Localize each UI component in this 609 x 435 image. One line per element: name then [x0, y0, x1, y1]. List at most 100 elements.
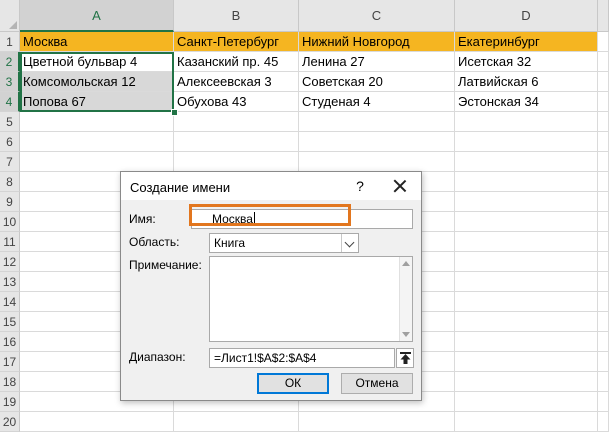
grid-cell[interactable]: [455, 332, 598, 352]
grid-cell[interactable]: [598, 352, 609, 372]
grid-cell[interactable]: [598, 392, 609, 412]
grid-cell[interactable]: [455, 292, 598, 312]
grid-cell[interactable]: [455, 232, 598, 252]
grid-cell[interactable]: [598, 92, 609, 112]
column-header-c[interactable]: C: [299, 0, 455, 32]
row-header[interactable]: 16: [0, 332, 20, 352]
collapse-dialog-button[interactable]: [396, 348, 414, 368]
grid-cell[interactable]: [598, 272, 609, 292]
ok-button[interactable]: ОК: [257, 373, 329, 394]
row-header[interactable]: 19: [0, 392, 20, 412]
help-icon[interactable]: ?: [351, 177, 369, 195]
row-header[interactable]: 17: [0, 352, 20, 372]
grid-cell[interactable]: [598, 332, 609, 352]
grid-cell[interactable]: [455, 132, 598, 152]
grid-cell[interactable]: [598, 152, 609, 172]
grid-cell[interactable]: [455, 312, 598, 332]
grid-cell[interactable]: [455, 192, 598, 212]
scope-select[interactable]: Книга: [209, 233, 359, 253]
grid-cell[interactable]: [455, 152, 598, 172]
column-header-d[interactable]: D: [455, 0, 598, 32]
column-header-b[interactable]: B: [174, 0, 299, 32]
row-header[interactable]: 4: [0, 92, 20, 112]
grid-cell[interactable]: [598, 72, 609, 92]
grid-cell[interactable]: Попова 67: [20, 92, 174, 112]
grid-cell[interactable]: [455, 212, 598, 232]
grid-cell[interactable]: [299, 132, 455, 152]
row-header[interactable]: 13: [0, 272, 20, 292]
grid-cell[interactable]: [598, 172, 609, 192]
grid-cell[interactable]: [598, 292, 609, 312]
row-header[interactable]: 11: [0, 232, 20, 252]
scroll-up-icon[interactable]: [402, 261, 410, 266]
grid-cell[interactable]: [299, 112, 455, 132]
grid-cell[interactable]: Санкт-Петербург: [174, 32, 299, 52]
column-header-e[interactable]: [598, 0, 609, 32]
row-header[interactable]: 8: [0, 172, 20, 192]
cancel-button[interactable]: Отмена: [341, 373, 413, 394]
chevron-down-icon[interactable]: [341, 234, 358, 252]
grid-cell[interactable]: [20, 132, 174, 152]
row-header[interactable]: 14: [0, 292, 20, 312]
comment-scrollbar[interactable]: [399, 257, 412, 341]
comment-textarea[interactable]: [209, 256, 413, 342]
fill-handle[interactable]: [171, 109, 178, 116]
grid-cell[interactable]: [598, 32, 609, 52]
grid-cell[interactable]: [174, 132, 299, 152]
grid-cell[interactable]: [598, 412, 609, 432]
grid-cell[interactable]: Казанский пр. 45: [174, 52, 299, 72]
grid-cell[interactable]: [598, 232, 609, 252]
grid-cell[interactable]: Цветной бульвар 4: [20, 52, 174, 72]
column-header-a[interactable]: A: [20, 0, 174, 32]
grid-cell[interactable]: Москва: [20, 32, 174, 52]
grid-cell[interactable]: Советская 20: [299, 72, 455, 92]
grid-cell[interactable]: [598, 132, 609, 152]
row-header[interactable]: 3: [0, 72, 20, 92]
grid-cell[interactable]: [455, 392, 598, 412]
grid-cell[interactable]: [299, 412, 455, 432]
grid-cell[interactable]: [455, 412, 598, 432]
grid-cell[interactable]: [455, 252, 598, 272]
grid-cell[interactable]: [598, 52, 609, 72]
row-header[interactable]: 9: [0, 192, 20, 212]
grid-cell[interactable]: Студеная 4: [299, 92, 455, 112]
select-all-corner[interactable]: [0, 0, 20, 32]
grid-cell[interactable]: [598, 112, 609, 132]
grid-cell[interactable]: [455, 352, 598, 372]
grid-cell[interactable]: Комсомольская 12: [20, 72, 174, 92]
row-header[interactable]: 2: [0, 52, 20, 72]
row-header[interactable]: 1: [0, 32, 20, 52]
grid-cell[interactable]: [455, 172, 598, 192]
grid-cell[interactable]: [598, 252, 609, 272]
grid-cell[interactable]: [598, 192, 609, 212]
scroll-down-icon[interactable]: [402, 332, 410, 337]
grid-cell[interactable]: [174, 112, 299, 132]
grid-cell[interactable]: [455, 372, 598, 392]
grid-cell[interactable]: [299, 152, 455, 172]
grid-cell[interactable]: [174, 152, 299, 172]
row-header[interactable]: 6: [0, 132, 20, 152]
grid-cell[interactable]: Исетская 32: [455, 52, 598, 72]
grid-cell[interactable]: [455, 272, 598, 292]
grid-cell[interactable]: [20, 152, 174, 172]
row-header[interactable]: 18: [0, 372, 20, 392]
grid-cell[interactable]: [598, 212, 609, 232]
grid-cell[interactable]: Алексеевская 3: [174, 72, 299, 92]
close-icon[interactable]: [389, 175, 411, 197]
grid-cell[interactable]: Латвийская 6: [455, 72, 598, 92]
row-header[interactable]: 20: [0, 412, 20, 432]
grid-cell[interactable]: Обухова 43: [174, 92, 299, 112]
grid-cell[interactable]: Екатеринбург: [455, 32, 598, 52]
row-header[interactable]: 15: [0, 312, 20, 332]
row-header[interactable]: 10: [0, 212, 20, 232]
row-header[interactable]: 5: [0, 112, 20, 132]
grid-cell[interactable]: [598, 372, 609, 392]
grid-cell[interactable]: [598, 312, 609, 332]
row-header[interactable]: 12: [0, 252, 20, 272]
range-input[interactable]: =Лист1!$A$2:$A$4: [209, 348, 395, 368]
grid-cell[interactable]: Эстонская 34: [455, 92, 598, 112]
grid-cell[interactable]: [455, 112, 598, 132]
grid-cell[interactable]: [20, 412, 174, 432]
grid-cell[interactable]: Нижний Новгород: [299, 32, 455, 52]
row-header[interactable]: 7: [0, 152, 20, 172]
